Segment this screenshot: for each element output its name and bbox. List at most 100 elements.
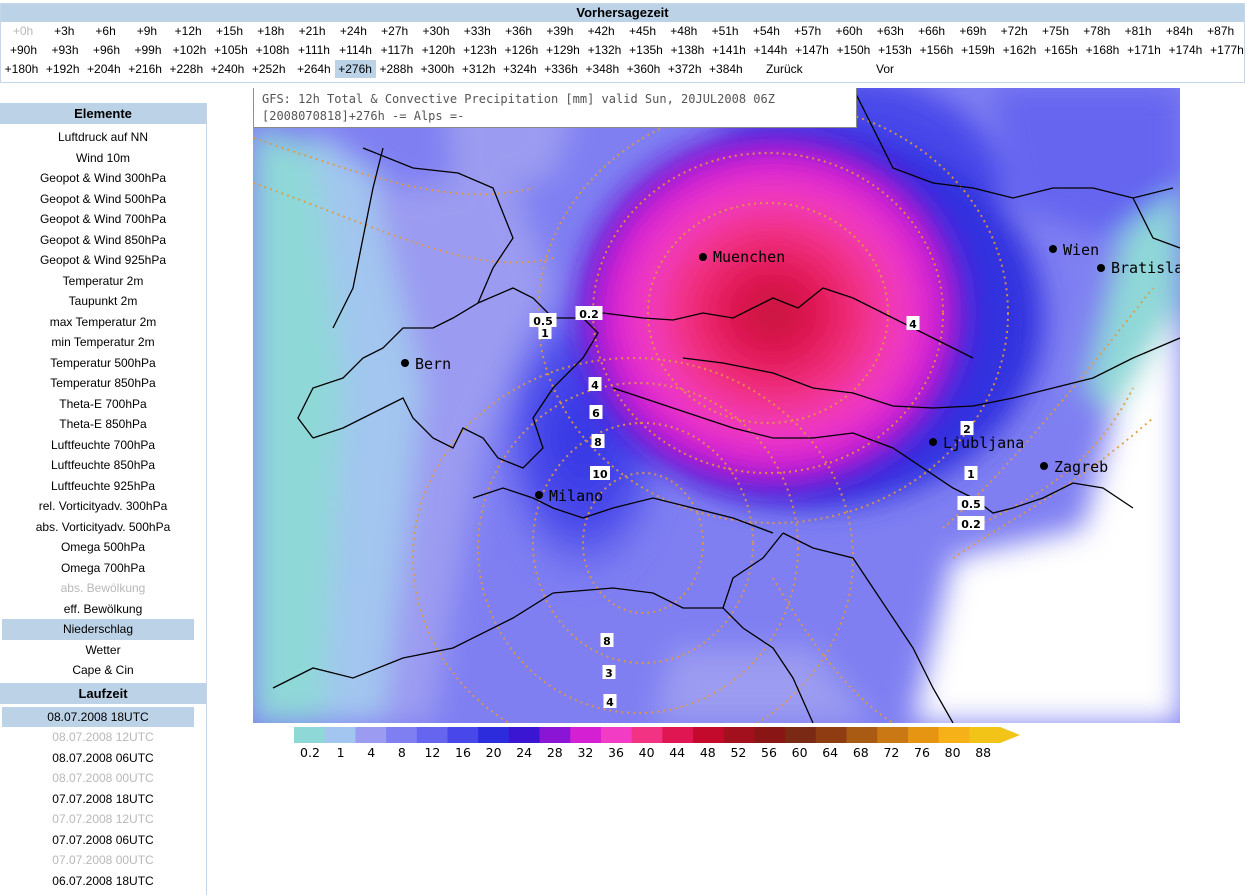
- forecast-hour-105h[interactable]: +105h: [211, 41, 252, 59]
- forecast-hour-45h[interactable]: +45h: [623, 22, 663, 40]
- forecast-hour-150h[interactable]: +150h: [833, 41, 874, 59]
- forecast-hour-54h[interactable]: +54h: [746, 22, 786, 40]
- forecast-hour-264h[interactable]: +264h: [293, 60, 334, 78]
- element-item-temperatur-850hpa[interactable]: Temperatur 850hPa: [0, 373, 206, 394]
- forecast-hour-126h[interactable]: +126h: [501, 41, 542, 59]
- element-item-geopot-wind-300hpa[interactable]: Geopot & Wind 300hPa: [0, 168, 206, 189]
- element-item-rel-vorticityadv-300hpa[interactable]: rel. Vorticityadv. 300hPa: [0, 496, 206, 517]
- forecast-hour-57h[interactable]: +57h: [788, 22, 828, 40]
- forecast-hour-72h[interactable]: +72h: [994, 22, 1034, 40]
- forecast-hour-99h[interactable]: +99h: [128, 41, 169, 59]
- forecast-hour-120h[interactable]: +120h: [418, 41, 459, 59]
- model-run-item-06-07-2008-18utc[interactable]: 06.07.2008 18UTC: [0, 871, 206, 892]
- forecast-hour-42h[interactable]: +42h: [581, 22, 621, 40]
- forecast-hour-171h[interactable]: +171h: [1124, 41, 1165, 59]
- element-item-eff-bewölkung[interactable]: eff. Bewölkung: [0, 599, 206, 620]
- element-item-wind-10m[interactable]: Wind 10m: [0, 148, 206, 169]
- forecast-hour-78h[interactable]: +78h: [1077, 22, 1117, 40]
- forecast-hour-3h[interactable]: +3h: [44, 22, 84, 40]
- element-item-geopot-wind-500hpa[interactable]: Geopot & Wind 500hPa: [0, 189, 206, 210]
- forecast-hour-132h[interactable]: +132h: [584, 41, 625, 59]
- forecast-hour-384h[interactable]: +384h: [705, 60, 746, 78]
- forecast-hour-15h[interactable]: +15h: [210, 22, 250, 40]
- forecast-hour-9h[interactable]: +9h: [127, 22, 167, 40]
- forecast-hour-216h[interactable]: +216h: [125, 60, 166, 78]
- element-item-taupunkt-2m[interactable]: Taupunkt 2m: [0, 291, 206, 312]
- forecast-hour-33h[interactable]: +33h: [457, 22, 497, 40]
- forecast-hour-159h[interactable]: +159h: [958, 41, 999, 59]
- element-item-geopot-wind-850hpa[interactable]: Geopot & Wind 850hPa: [0, 230, 206, 251]
- forecast-hour-165h[interactable]: +165h: [1041, 41, 1082, 59]
- element-item-geopot-wind-925hpa[interactable]: Geopot & Wind 925hPa: [0, 250, 206, 271]
- forecast-hour-129h[interactable]: +129h: [543, 41, 584, 59]
- forecast-hour-90h[interactable]: +90h: [3, 41, 44, 59]
- forecast-hour-81h[interactable]: +81h: [1118, 22, 1158, 40]
- forecast-hour-300h[interactable]: +300h: [417, 60, 458, 78]
- forecast-hour-21h[interactable]: +21h: [292, 22, 332, 40]
- forecast-hour-123h[interactable]: +123h: [460, 41, 501, 59]
- forecast-hour-69h[interactable]: +69h: [953, 22, 993, 40]
- forecast-hour-288h[interactable]: +288h: [376, 60, 417, 78]
- element-item-temperatur-2m[interactable]: Temperatur 2m: [0, 271, 206, 292]
- forecast-hour-84h[interactable]: +84h: [1159, 22, 1199, 40]
- model-run-item-08-07-2008-06utc[interactable]: 08.07.2008 06UTC: [0, 748, 206, 769]
- forecast-hour-135h[interactable]: +135h: [626, 41, 667, 59]
- forecast-hour-228h[interactable]: +228h: [166, 60, 207, 78]
- forecast-hour-177h[interactable]: +177h: [1207, 41, 1245, 59]
- forecast-hour-240h[interactable]: +240h: [207, 60, 248, 78]
- forecast-hour-60h[interactable]: +60h: [829, 22, 869, 40]
- element-item-luftfeuchte-925hpa[interactable]: Luftfeuchte 925hPa: [0, 476, 206, 497]
- forecast-hour-114h[interactable]: +114h: [335, 41, 376, 59]
- forecast-hour-30h[interactable]: +30h: [416, 22, 456, 40]
- forecast-hour-18h[interactable]: +18h: [251, 22, 291, 40]
- forecast-hour-156h[interactable]: +156h: [916, 41, 957, 59]
- forecast-hour-162h[interactable]: +162h: [999, 41, 1040, 59]
- forecast-hour-360h[interactable]: +360h: [623, 60, 664, 78]
- forecast-hour-27h[interactable]: +27h: [375, 22, 415, 40]
- forecast-hour-204h[interactable]: +204h: [83, 60, 124, 78]
- element-item-luftfeuchte-850hpa[interactable]: Luftfeuchte 850hPa: [0, 455, 206, 476]
- model-run-item-07-07-2008-06utc[interactable]: 07.07.2008 06UTC: [0, 830, 206, 851]
- forecast-hour-66h[interactable]: +66h: [912, 22, 952, 40]
- forecast-hour-147h[interactable]: +147h: [792, 41, 833, 59]
- element-item-theta-e-850hpa[interactable]: Theta-E 850hPa: [0, 414, 206, 435]
- back-link[interactable]: Zurück: [766, 60, 803, 78]
- element-item-luftdruck-auf-nn[interactable]: Luftdruck auf NN: [0, 127, 206, 148]
- forecast-hour-117h[interactable]: +117h: [377, 41, 418, 59]
- element-item-niederschlag[interactable]: Niederschlag: [2, 619, 194, 640]
- element-item-luftfeuchte-700hpa[interactable]: Luftfeuchte 700hPa: [0, 435, 206, 456]
- element-item-cape-cin[interactable]: Cape & Cin: [0, 660, 206, 681]
- forecast-hour-144h[interactable]: +144h: [750, 41, 791, 59]
- forecast-hour-138h[interactable]: +138h: [667, 41, 708, 59]
- forecast-hour-39h[interactable]: +39h: [540, 22, 580, 40]
- forecast-hour-96h[interactable]: +96h: [86, 41, 127, 59]
- forecast-hour-252h[interactable]: +252h: [248, 60, 289, 78]
- element-item-omega-700hpa[interactable]: Omega 700hPa: [0, 558, 206, 579]
- forecast-hour-63h[interactable]: +63h: [870, 22, 910, 40]
- element-item-geopot-wind-700hpa[interactable]: Geopot & Wind 700hPa: [0, 209, 206, 230]
- forecast-hour-324h[interactable]: +324h: [499, 60, 540, 78]
- element-item-abs-vorticityadv-500hpa[interactable]: abs. Vorticityadv. 500hPa: [0, 517, 206, 538]
- forecast-hour-75h[interactable]: +75h: [1036, 22, 1076, 40]
- forecast-hour-36h[interactable]: +36h: [499, 22, 539, 40]
- element-item-min-temperatur-2m[interactable]: min Temperatur 2m: [0, 332, 206, 353]
- forecast-hour-141h[interactable]: +141h: [709, 41, 750, 59]
- forecast-hour-174h[interactable]: +174h: [1165, 41, 1206, 59]
- forward-link[interactable]: Vor: [876, 60, 894, 78]
- forecast-hour-336h[interactable]: +336h: [541, 60, 582, 78]
- forecast-hour-153h[interactable]: +153h: [875, 41, 916, 59]
- forecast-hour-111h[interactable]: +111h: [294, 41, 335, 59]
- element-item-temperatur-500hpa[interactable]: Temperatur 500hPa: [0, 353, 206, 374]
- element-item-max-temperatur-2m[interactable]: max Temperatur 2m: [0, 312, 206, 333]
- element-item-wetter[interactable]: Wetter: [0, 640, 206, 661]
- forecast-hour-168h[interactable]: +168h: [1082, 41, 1123, 59]
- forecast-hour-102h[interactable]: +102h: [169, 41, 210, 59]
- element-item-omega-500hpa[interactable]: Omega 500hPa: [0, 537, 206, 558]
- forecast-hour-108h[interactable]: +108h: [252, 41, 293, 59]
- forecast-hour-312h[interactable]: +312h: [458, 60, 499, 78]
- model-run-item-07-07-2008-18utc[interactable]: 07.07.2008 18UTC: [0, 789, 206, 810]
- model-run-item-08-07-2008-18utc[interactable]: 08.07.2008 18UTC: [2, 706, 194, 727]
- forecast-hour-87h[interactable]: +87h: [1201, 22, 1241, 40]
- forecast-hour-24h[interactable]: +24h: [333, 22, 373, 40]
- element-item-theta-e-700hpa[interactable]: Theta-E 700hPa: [0, 394, 206, 415]
